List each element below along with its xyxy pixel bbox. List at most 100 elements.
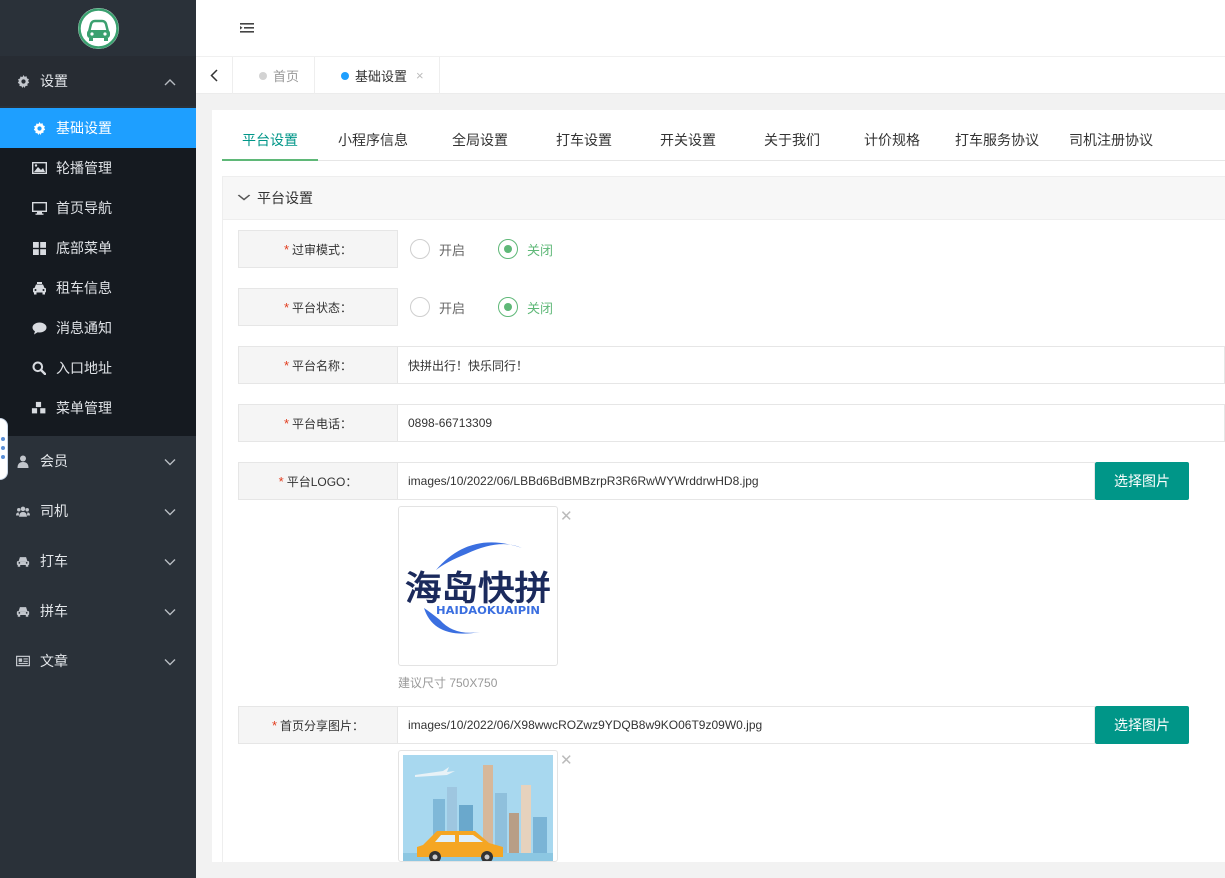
car-logo-icon	[77, 7, 119, 49]
menu-group-articles[interactable]: 文章	[0, 636, 196, 686]
remove-logo-icon[interactable]: ✕	[560, 507, 573, 525]
review-mode-off-radio[interactable]: 关闭	[498, 239, 553, 259]
tab-driver-registration-agreement[interactable]: 司机注册协议	[1054, 122, 1168, 161]
logo-en-text: HAIDAOKUAIPIN	[436, 604, 540, 617]
platform-status-row: * 平台状态： 开启 关闭	[238, 288, 553, 326]
chevron-down-icon	[164, 453, 176, 469]
review-mode-on-radio[interactable]: 开启	[410, 239, 465, 259]
menu-group-taxi[interactable]: 打车	[0, 536, 196, 586]
user-icon	[16, 454, 30, 468]
panel-header[interactable]: 平台设置	[223, 177, 1225, 220]
sidebar-item-label: 基础设置	[56, 120, 112, 136]
tab-miniprogram-info[interactable]: 小程序信息	[318, 122, 428, 161]
sidebar-item-menu-management[interactable]: 菜单管理	[0, 388, 196, 428]
sidebar-item-basic-settings[interactable]: 基础设置	[0, 108, 196, 148]
sidebar-item-carousel[interactable]: 轮播管理	[0, 148, 196, 188]
share-image-label: * 首页分享图片：	[238, 706, 398, 744]
page-tab-bar: 首页 基础设置 ×	[196, 57, 1225, 94]
tab-label: 首页	[273, 69, 300, 84]
select-logo-button[interactable]: 选择图片	[1095, 462, 1189, 500]
menu-group-drivers[interactable]: 司机	[0, 486, 196, 536]
menu-group-label: 打车	[40, 553, 68, 569]
platform-settings-panel: 平台设置	[222, 176, 1225, 862]
share-image-path-input[interactable]: images/10/2022/06/X98wwcROZwz9YDQB8w9KO0…	[398, 706, 1095, 744]
menu-group-label: 会员	[40, 453, 68, 469]
taxi-icon	[31, 280, 47, 296]
menu-group-label: 设置	[40, 73, 68, 89]
menu-group-carpool[interactable]: 拼车	[0, 586, 196, 636]
menu-group-label: 文章	[40, 653, 68, 669]
platform-phone-row: * 平台电话： 0898-66713309	[238, 404, 1225, 442]
chevron-left-icon	[210, 69, 218, 82]
chevron-down-icon	[164, 503, 176, 519]
car-icon	[16, 554, 30, 568]
tab-scroll-left-button[interactable]	[196, 57, 233, 94]
panel-title: 平台设置	[257, 190, 313, 206]
tab-basic-settings[interactable]: 基础设置 ×	[315, 57, 440, 94]
platform-logo-row: * 平台LOGO： images/10/2022/06/LBBd6BdBMBzrp…	[238, 462, 1189, 500]
menu-fold-icon	[240, 23, 254, 33]
chevron-down-icon	[237, 192, 251, 204]
share-image-preview	[398, 750, 558, 862]
sidebar-item-label: 轮播管理	[56, 160, 112, 176]
platform-status-label: * 平台状态：	[238, 288, 398, 326]
settings-submenu: 基础设置 轮播管理 首页导航 底部菜单 租车信息 消息通知 入口地址 菜单管理	[0, 108, 196, 436]
tab-global-settings[interactable]: 全局设置	[428, 122, 532, 161]
chevron-down-icon	[164, 653, 176, 669]
tab-platform-settings[interactable]: 平台设置	[222, 122, 318, 161]
tab-taxi-settings[interactable]: 打车设置	[532, 122, 636, 161]
tab-switch-settings[interactable]: 开关设置	[636, 122, 740, 161]
sidebar-item-label: 租车信息	[56, 280, 112, 296]
logo-area	[0, 0, 196, 56]
app-logo[interactable]	[77, 7, 119, 49]
tab-taxi-service-agreement[interactable]: 打车服务协议	[940, 122, 1054, 161]
menu-group-members[interactable]: 会员	[0, 436, 196, 486]
remove-share-image-icon[interactable]: ✕	[560, 751, 573, 769]
platform-name-row: * 平台名称： 快拼出行！快乐同行！	[238, 346, 1225, 384]
sidebar-item-label: 菜单管理	[56, 400, 112, 416]
sidebar-item-rental-info[interactable]: 租车信息	[0, 268, 196, 308]
gear-icon	[16, 74, 30, 88]
tab-pricing-rules[interactable]: 计价规格	[844, 122, 940, 161]
users-icon	[16, 504, 30, 518]
car-icon	[16, 604, 30, 618]
menu-group-label: 拼车	[40, 603, 68, 619]
tab-about-us[interactable]: 关于我们	[740, 122, 844, 161]
platform-status-on-radio[interactable]: 开启	[410, 297, 465, 317]
menu-group-settings[interactable]: 设置	[0, 56, 196, 106]
platform-logo-path-input[interactable]: images/10/2022/06/LBBd6BdBMBzrpR3R6RwWYW…	[398, 462, 1095, 500]
platform-phone-label: * 平台电话：	[238, 404, 398, 442]
platform-status-off-radio[interactable]: 关闭	[498, 297, 553, 317]
sidebar-item-label: 消息通知	[56, 320, 112, 336]
tab-home[interactable]: 首页	[233, 57, 316, 94]
chevron-down-icon	[164, 553, 176, 569]
platform-name-label: * 平台名称：	[238, 346, 398, 384]
city-taxi-illustration	[403, 755, 553, 861]
image-icon	[31, 160, 47, 176]
newspaper-icon	[16, 654, 30, 668]
review-mode-label: * 过审模式：	[238, 230, 398, 268]
sidebar-item-label: 入口地址	[56, 360, 112, 376]
platform-phone-input[interactable]: 0898-66713309	[398, 404, 1225, 442]
grid-icon	[31, 240, 47, 256]
sidebar-item-bottom-menu[interactable]: 底部菜单	[0, 228, 196, 268]
chevron-up-icon	[164, 73, 176, 89]
monitor-icon	[31, 200, 47, 216]
tab-dot	[259, 71, 267, 80]
floating-side-handle[interactable]	[0, 418, 8, 480]
platform-name-input[interactable]: 快拼出行！快乐同行！	[398, 346, 1225, 384]
chat-icon	[31, 320, 47, 336]
sidebar-item-label: 底部菜单	[56, 240, 112, 256]
close-icon[interactable]: ×	[416, 68, 424, 83]
search-icon	[31, 360, 47, 376]
logo-size-hint: 建议尺寸 750X750	[398, 676, 498, 690]
sidebar-item-notifications[interactable]: 消息通知	[0, 308, 196, 348]
sidebar-item-home-nav[interactable]: 首页导航	[0, 188, 196, 228]
sidebar-toggle-button[interactable]	[238, 20, 256, 36]
tab-dot	[341, 71, 350, 80]
sidebar-item-entry-address[interactable]: 入口地址	[0, 348, 196, 388]
tab-label: 基础设置	[355, 69, 408, 84]
menu-group-label: 司机	[40, 503, 68, 519]
config-tabs: 平台设置 小程序信息 全局设置 打车设置 开关设置 关于我们 计价规格 打车服务…	[222, 122, 1225, 161]
select-share-image-button[interactable]: 选择图片	[1095, 706, 1189, 744]
